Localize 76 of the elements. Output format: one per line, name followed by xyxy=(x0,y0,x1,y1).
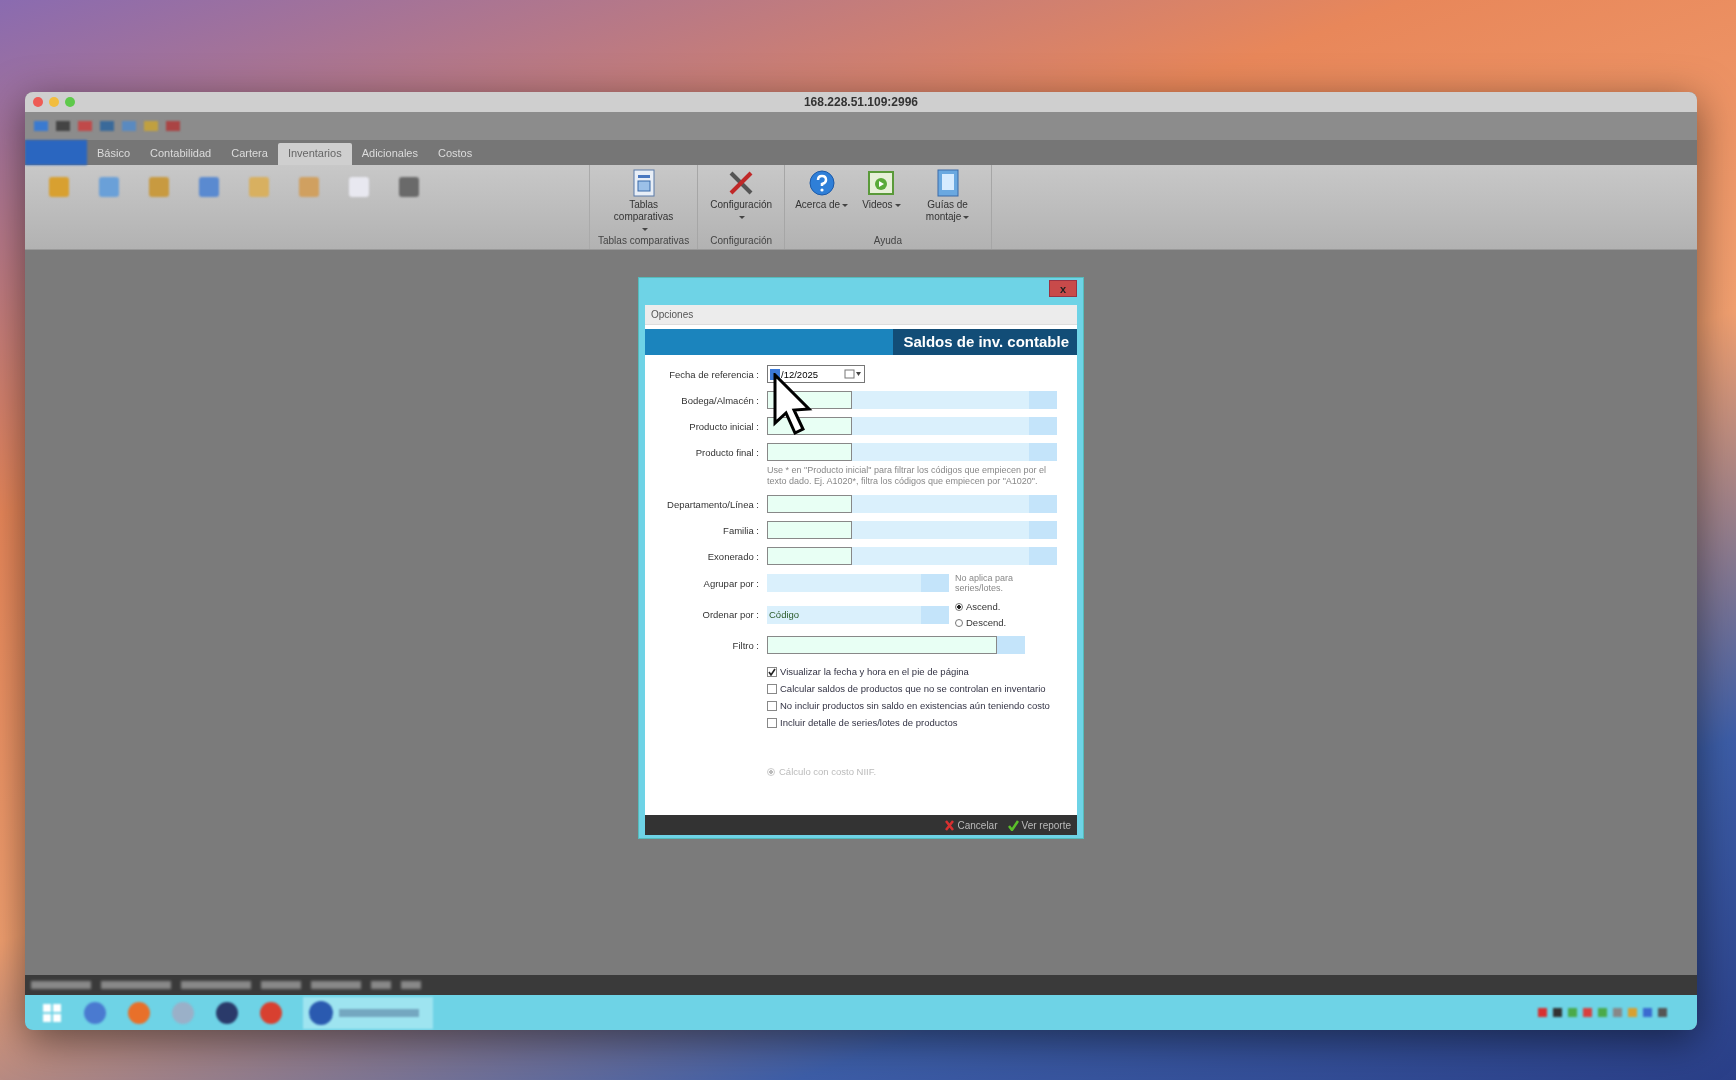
window-title: 168.228.51.109:2996 xyxy=(803,95,919,109)
checkmark-icon xyxy=(1007,819,1019,831)
dialog-title: Saldos de inv. contable xyxy=(893,329,1077,355)
checkbox-option[interactable]: Incluir detalle de series/lotes de productos xyxy=(767,717,1077,728)
field-label: Agrupar por : xyxy=(702,577,760,589)
hint-text: Use * en "Producto inicial" para filtrar los códigos que empiecen por el texto dado. Ej. A1020*, filtra los códigos que empiecen por "A1020". xyxy=(767,465,1048,487)
dropdown[interactable]: Código xyxy=(767,605,949,624)
field-label: Producto final : xyxy=(694,446,760,458)
code-input[interactable] xyxy=(767,443,852,461)
status-item xyxy=(371,981,391,989)
radio-option[interactable]: Ascend. xyxy=(955,601,1007,612)
ribbon-tab[interactable]: Inventarios xyxy=(277,143,352,165)
code-input[interactable] xyxy=(767,495,852,513)
lookup-button[interactable] xyxy=(1029,391,1057,409)
code-input[interactable] xyxy=(767,547,852,565)
lookup-button[interactable] xyxy=(1029,547,1057,565)
file-tab[interactable] xyxy=(25,140,87,165)
checkbox-option[interactable]: Visualizar la fecha y hora en el pie de página xyxy=(767,666,1077,677)
close-button[interactable]: x xyxy=(1049,280,1077,297)
checkbox-option[interactable]: Calcular saldos de productos que no se controlan en inventario xyxy=(767,683,1077,694)
field-label: Exonerado : xyxy=(706,550,760,562)
field-label: Fecha de referencia : xyxy=(668,368,760,380)
note-text: No aplica para series/lotes. xyxy=(955,573,1015,593)
cross-icon xyxy=(945,819,955,831)
status-item xyxy=(181,981,251,989)
close-window-button[interactable] xyxy=(33,97,43,107)
guide-icon xyxy=(934,169,961,197)
status-item xyxy=(401,981,421,989)
toolbar-icon[interactable] xyxy=(99,119,115,133)
field-label: Departamento/Línea : xyxy=(666,498,760,510)
toolbar-icon[interactable] xyxy=(77,119,93,133)
ribbon-button[interactable]: Guías de montaje xyxy=(912,169,983,235)
taskbar-app-icon[interactable] xyxy=(215,1000,239,1025)
cancel-button[interactable]: Cancelar xyxy=(945,819,998,831)
lookup-button[interactable] xyxy=(997,636,1025,654)
field-label: Filtro : xyxy=(731,639,760,651)
report-icon xyxy=(630,169,657,197)
ribbon-button[interactable]: Videos xyxy=(860,169,903,235)
start-icon[interactable] xyxy=(41,1001,63,1024)
toolbar-icon[interactable] xyxy=(143,119,159,133)
field-label: Familia : xyxy=(722,524,760,536)
status-item xyxy=(261,981,301,989)
radio-option[interactable]: Descend. xyxy=(955,617,1007,628)
report-button[interactable]: Ver reporte xyxy=(1007,819,1071,831)
lookup-button[interactable] xyxy=(1029,521,1057,539)
group-label: Tablas comparativas xyxy=(598,235,690,248)
status-item xyxy=(311,981,361,989)
status-item xyxy=(31,981,91,989)
ribbon-button[interactable]: Configuración xyxy=(706,169,777,235)
group-label: Ayuda xyxy=(873,235,902,248)
lookup-button[interactable] xyxy=(1029,495,1057,513)
group-label: Configuración xyxy=(710,235,772,248)
field-label: Producto inicial : xyxy=(688,420,760,432)
dropdown[interactable] xyxy=(767,574,949,592)
status-item xyxy=(101,981,171,989)
code-input[interactable] xyxy=(767,521,852,539)
calendar-icon[interactable] xyxy=(844,369,862,379)
ribbon-button[interactable]: Acerca de xyxy=(793,169,851,235)
toolbar-icon[interactable] xyxy=(33,119,49,133)
checkbox-option[interactable]: No incluir productos sin saldo en existencias aún teniendo costo xyxy=(767,700,1077,711)
taskbar-app-icon[interactable] xyxy=(303,996,433,1029)
checkmark-icon xyxy=(768,667,776,676)
field-label: Bodega/Almacén : xyxy=(680,394,760,406)
minimize-window-button[interactable] xyxy=(49,97,59,107)
video-icon xyxy=(867,169,896,197)
section-label: Opciones xyxy=(645,305,1077,325)
ribbon-button[interactable]: Tablas comparativas xyxy=(608,169,679,235)
field-label: Ordenar por : xyxy=(701,609,760,620)
date-field[interactable]: /12/2025 xyxy=(767,365,865,383)
lookup-button[interactable] xyxy=(1029,417,1057,435)
filter-input[interactable] xyxy=(767,636,997,654)
zoom-window-button[interactable] xyxy=(65,97,75,107)
lookup-button[interactable] xyxy=(1029,443,1057,461)
toolbar-icon[interactable] xyxy=(165,119,181,133)
toolbar-icon[interactable] xyxy=(55,119,71,133)
help-icon xyxy=(807,169,836,197)
